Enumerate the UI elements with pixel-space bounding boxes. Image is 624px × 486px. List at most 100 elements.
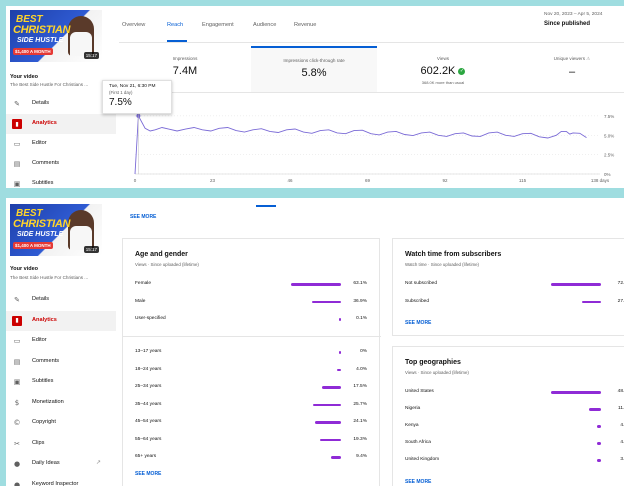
list-item: 25–34 years 17.5% <box>135 382 371 392</box>
metric-card-unique-viewers[interactable]: Unique viewers ⚠ – <box>509 46 624 92</box>
percentage-bar <box>291 283 341 286</box>
sidebar-item-details[interactable]: ✎ Details <box>6 290 116 310</box>
see-more-link[interactable]: SEE MORE <box>135 471 161 477</box>
row-label: User-specified <box>135 316 166 321</box>
thumbnail-text-2: CHRISTIAN <box>13 218 71 230</box>
row-label: 45–54 years <box>135 419 162 424</box>
subtitles-icon: ▣ <box>13 378 21 386</box>
video-title[interactable]: The Best Side Hustle For Christians ... <box>10 82 88 87</box>
metric-value: 602.2K ✓ <box>380 65 506 77</box>
sidebar-item-label: Daily Ideas <box>32 460 60 466</box>
comments-icon: ▤ <box>13 357 21 366</box>
audience-panel: BEST CHRISTIAN SIDE HUSTLE $1,400 A MONT… <box>6 198 624 486</box>
sidebar-item-label: Monetization <box>32 398 64 405</box>
sidebar-item-editor[interactable]: ▭ Editor <box>6 331 116 351</box>
date-range-label[interactable]: Since published <box>544 21 590 27</box>
percentage-bar <box>551 283 601 286</box>
date-range[interactable]: Nov 20, 2023 – Apr 5, 2024 <box>544 12 602 17</box>
sidebar-item-monetization[interactable]: $ Monetization <box>6 393 116 413</box>
sidebar-item-clips[interactable]: ✂ Clips <box>6 434 116 454</box>
warning-icon: ⚠ <box>586 56 591 61</box>
cards-divider <box>119 92 624 93</box>
sidebar-item-copyright[interactable]: © Copyright <box>6 413 116 433</box>
row-value: 4.2 <box>620 440 624 445</box>
metric-label: Views <box>436 56 450 61</box>
x-tick-label: 138 days <box>591 178 610 183</box>
sidebar-item-analytics[interactable]: ▮ Analytics <box>6 310 116 331</box>
percentage-bar <box>596 425 601 428</box>
card-subtitle: Watch time · Since uploaded (lifetime) <box>405 262 480 267</box>
sidebar-item-label: Subtitles <box>32 378 54 384</box>
row-label: 13–17 years <box>135 349 162 354</box>
row-label: United States <box>405 389 434 394</box>
row-label: Female <box>135 281 151 286</box>
sidebar-item-keyword-inspector[interactable]: ● Keyword Inspector <box>6 475 116 486</box>
card-title: Age and gender <box>135 251 188 258</box>
metric-label: Impressions <box>172 56 198 61</box>
row-value: 4.0% <box>356 366 367 372</box>
sidebar-item-subtitles[interactable]: ▣ Subtitles <box>6 174 116 188</box>
row-value: 9.4% <box>356 454 367 459</box>
metric-card-ctr[interactable]: Impressions click-through rate 5.8% <box>251 46 377 92</box>
sidebar-item-label: Details <box>32 100 50 106</box>
row-label: 65+ years <box>135 454 157 459</box>
video-thumbnail[interactable]: BEST CHRISTIAN SIDE HUSTLE $1,400 A MONT… <box>10 204 102 256</box>
metric-value: – <box>568 66 576 78</box>
sidebar-item-label: Editor <box>32 337 47 343</box>
y-tick-label: 7.5% <box>604 114 614 119</box>
list-item: Nigeria 11.1 <box>405 404 624 414</box>
percentage-bar <box>311 300 341 303</box>
list-item: United States 48.2 <box>405 387 624 397</box>
row-label: Kenya <box>405 423 419 428</box>
tooltip-value: 7.5% <box>109 97 132 108</box>
sidebar-item-analytics[interactable]: ▮ Analytics <box>6 114 116 134</box>
tab-revenue[interactable]: Revenue <box>294 22 316 28</box>
thumbnail-text-3: SIDE HUSTLE <box>17 37 64 44</box>
row-value: 17.5% <box>353 384 367 389</box>
tooltip-subtext: (First 1 day) <box>109 90 133 95</box>
sidebar-item-editor[interactable]: ▭ Editor <box>6 134 116 154</box>
tab-engagement[interactable]: Engagement <box>202 22 234 28</box>
card-title: Top geographies <box>405 359 461 366</box>
tab-overview[interactable]: Overview <box>122 22 145 28</box>
sidebar-item-daily-ideas[interactable]: ● Daily Ideas ↗ <box>6 454 116 474</box>
tab-audience[interactable]: Audience <box>253 22 276 28</box>
row-value: 24.1% <box>353 419 367 424</box>
comments-icon: ▤ <box>13 160 21 168</box>
sidebar-item-comments[interactable]: ▤ Comments <box>6 154 116 174</box>
thumbnail-person <box>68 16 94 56</box>
ctr-line-chart[interactable]: 7.5% 5.0% 2.5% 0% 0 23 46 69 92 115 138 days <box>119 106 624 188</box>
copyright-icon: © <box>13 419 21 427</box>
your-video-label: Your video <box>10 74 39 80</box>
video-duration: 15:17 <box>83 246 99 253</box>
sidebar-item-label: Comments <box>32 357 60 364</box>
sidebar-item-label: Clips <box>32 439 45 446</box>
see-more-link[interactable]: SEE MORE <box>130 214 156 220</box>
sidebar-item-subtitles[interactable]: ▣ Subtitles <box>6 372 116 392</box>
thumbnail-text-2: CHRISTIAN <box>13 24 71 36</box>
sidebar-item-details[interactable]: ✎ Details <box>6 94 116 114</box>
y-tick-label: 5.0% <box>604 133 614 138</box>
list-item: 65+ years 9.4% <box>135 452 371 462</box>
video-thumbnail[interactable]: BEST CHRISTIAN SIDE HUSTLE $1,400 A MONT… <box>10 10 102 62</box>
row-label: South Africa <box>405 440 431 445</box>
ideas-icon: ● <box>13 460 21 468</box>
list-item: User-specified 0.1% <box>135 314 371 324</box>
see-more-link[interactable]: SEE MORE <box>405 479 431 485</box>
row-label: 18–24 years <box>135 366 162 372</box>
chart-tooltip: Tue, Nov 21, 6:30 PM (First 1 day) 7.5% <box>102 80 172 114</box>
sidebar: BEST CHRISTIAN SIDE HUSTLE $1,400 A MONT… <box>6 198 119 486</box>
percentage-bar <box>338 318 341 321</box>
metric-card-views[interactable]: Views 602.2K ✓ 368.0K more than usual <box>380 46 506 92</box>
scissors-icon: ✂ <box>14 439 20 448</box>
see-more-link[interactable]: SEE MORE <box>405 320 431 326</box>
row-value: 0% <box>360 349 367 354</box>
video-title[interactable]: The Best Side Hustle For Christians ... <box>10 275 88 280</box>
external-link-icon: ↗ <box>96 459 102 466</box>
analytics-icon: ▮ <box>12 315 22 326</box>
tab-reach[interactable]: Reach <box>167 22 183 28</box>
list-item: 55–64 years 19.3% <box>135 435 371 445</box>
sidebar-item-label: Keyword Inspector <box>32 480 79 486</box>
sidebar-item-comments[interactable]: ▤ Comments <box>6 352 116 372</box>
row-label: Male <box>135 298 146 304</box>
